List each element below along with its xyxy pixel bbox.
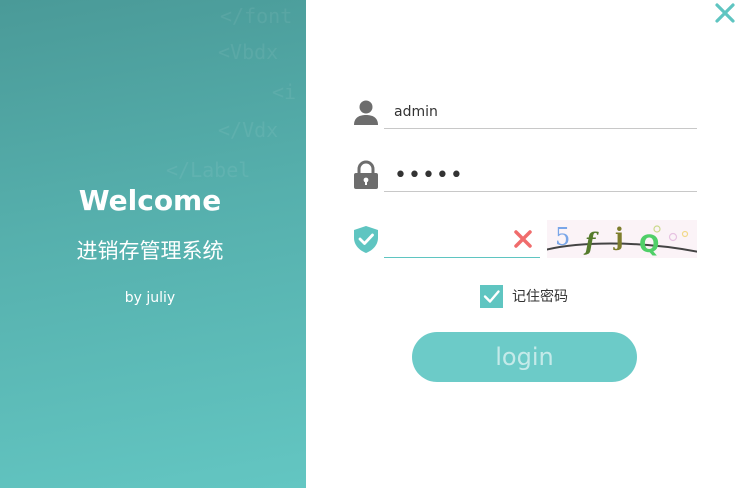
system-name: 进销存管理系统: [76, 239, 224, 263]
password-field[interactable]: [384, 161, 697, 192]
lock-icon: [351, 160, 381, 190]
background-code-decoration: </Vdx: [218, 118, 279, 142]
clear-x-icon[interactable]: [513, 229, 533, 249]
welcome-panel: </font <Vbdx <i </Vdx </Label Welcome 进销…: [0, 0, 306, 488]
user-icon: [351, 98, 381, 128]
checkmark-icon: [483, 289, 500, 303]
close-icon: [715, 3, 735, 23]
remember-checkbox[interactable]: [480, 284, 503, 308]
background-code-decoration: <i: [272, 80, 297, 104]
captcha-char: f: [583, 227, 599, 256]
remember-password-toggle[interactable]: 记住密码: [480, 284, 568, 308]
close-button[interactable]: [712, 2, 738, 26]
welcome-title: Welcome: [78, 184, 222, 217]
captcha-input[interactable]: [384, 224, 514, 255]
shield-check-icon: [351, 224, 381, 254]
author-credit: by juliy: [124, 290, 176, 306]
login-button[interactable]: login: [412, 332, 637, 382]
username-field[interactable]: [384, 98, 697, 129]
captcha-char: Q: [639, 230, 659, 258]
background-code-decoration: <Vbdx: [218, 40, 279, 64]
login-window: </font <Vbdx <i </Vdx </Label Welcome 进销…: [0, 0, 742, 488]
captcha-char: j: [613, 222, 624, 251]
background-code-decoration: </font: [220, 4, 293, 28]
username-input[interactable]: [384, 98, 694, 126]
remember-label: 记住密码: [512, 289, 568, 305]
password-input[interactable]: [384, 161, 694, 189]
captcha-char: 5: [555, 223, 570, 251]
background-code-decoration: </Label: [166, 158, 251, 182]
captcha-image[interactable]: 5 f j Q: [544, 220, 700, 258]
